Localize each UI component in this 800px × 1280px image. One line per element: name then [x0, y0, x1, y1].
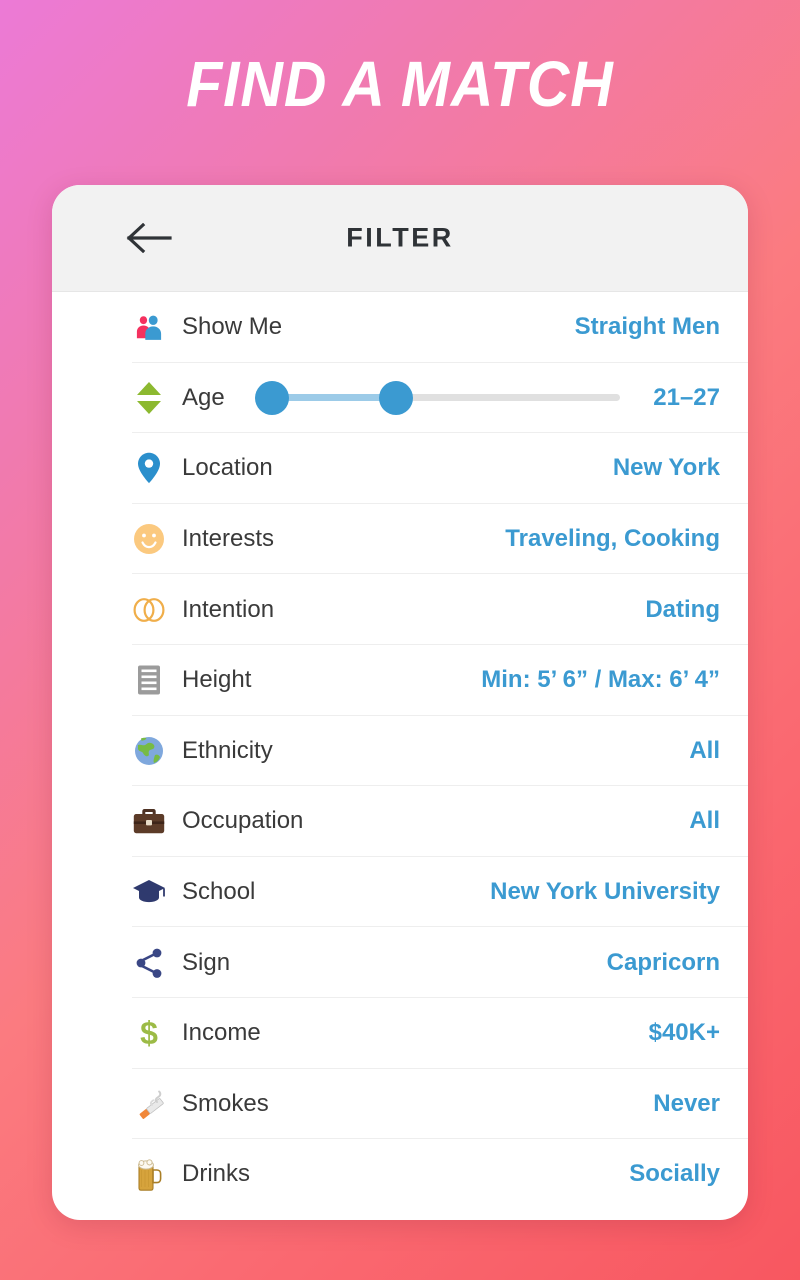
- filter-row-label: Age: [182, 383, 225, 411]
- filter-card: FILTER Show Me Straight Men Age 21–27 Lo…: [52, 185, 748, 1220]
- filter-row-school[interactable]: School New York University: [52, 857, 748, 928]
- filter-row-age[interactable]: Age 21–27: [52, 363, 748, 434]
- filter-row-label: Drinks: [182, 1160, 251, 1188]
- ruler-list-icon: [132, 663, 166, 697]
- up-down-arrows-icon: [132, 381, 166, 415]
- filter-row-drinks[interactable]: Drinks Socially: [52, 1139, 748, 1210]
- briefcase-icon: [132, 804, 166, 838]
- globe-icon: [132, 734, 166, 768]
- age-range-slider[interactable]: [254, 380, 620, 415]
- slider-selected-range: [271, 394, 396, 402]
- share-nodes-icon: [132, 946, 166, 980]
- filter-row-label: School: [182, 878, 256, 906]
- filter-row-label: Income: [182, 1019, 261, 1047]
- wedding-rings-icon: [132, 593, 166, 627]
- filter-row-location[interactable]: Location New York: [52, 433, 748, 504]
- filter-row-label: Location: [182, 454, 273, 482]
- filter-row-value: New York: [612, 454, 720, 482]
- filter-row-list: Show Me Straight Men Age 21–27 Location …: [52, 292, 748, 1210]
- card-header: FILTER: [52, 185, 748, 292]
- filter-row-label: Ethnicity: [182, 736, 273, 764]
- filter-row-value: Min: 5’ 6” / Max: 6’ 4”: [481, 666, 720, 694]
- dollar-sign-icon: $: [132, 1016, 166, 1050]
- page-title: FIND A MATCH: [186, 48, 614, 120]
- filter-row-value: 21–27: [653, 383, 720, 411]
- filter-row-show-me[interactable]: Show Me Straight Men: [52, 292, 748, 363]
- two-people-icon: [132, 310, 166, 344]
- filter-row-interests[interactable]: Interests Traveling, Cooking: [52, 504, 748, 575]
- filter-row-value: Straight Men: [574, 313, 720, 341]
- card-title: FILTER: [346, 222, 454, 253]
- filter-row-label: Show Me: [182, 313, 283, 341]
- filter-row-value: New York University: [490, 878, 720, 906]
- filter-row-value: $40K+: [648, 1019, 720, 1047]
- filter-row-sign[interactable]: Sign Capricorn: [52, 927, 748, 998]
- slider-thumb-min[interactable]: [254, 380, 289, 415]
- filter-row-intention[interactable]: Intention Dating: [52, 574, 748, 645]
- filter-row-height[interactable]: Height Min: 5’ 6” / Max: 6’ 4”: [52, 645, 748, 716]
- svg-text:$: $: [140, 1016, 158, 1050]
- slider-thumb-max[interactable]: [378, 380, 413, 415]
- filter-row-value: Socially: [629, 1160, 720, 1188]
- filter-row-label: Height: [182, 666, 252, 694]
- smiley-face-icon: [132, 522, 166, 556]
- filter-row-label: Occupation: [182, 807, 304, 835]
- filter-row-label: Smokes: [182, 1089, 269, 1117]
- filter-row-smokes[interactable]: Smokes Never: [52, 1069, 748, 1140]
- filter-row-label: Interests: [182, 525, 275, 553]
- filter-row-value: Never: [653, 1089, 720, 1117]
- map-pin-icon: [132, 451, 166, 485]
- filter-row-occupation[interactable]: Occupation All: [52, 786, 748, 857]
- filter-row-ethnicity[interactable]: Ethnicity All: [52, 716, 748, 787]
- cigarette-icon: [132, 1087, 166, 1121]
- filter-row-value: Traveling, Cooking: [505, 525, 720, 553]
- filter-row-income[interactable]: $ Income $40K+: [52, 998, 748, 1069]
- graduation-cap-icon: [132, 875, 166, 909]
- filter-row-value: Dating: [645, 595, 720, 623]
- filter-row-value: All: [689, 736, 720, 764]
- filter-row-value: All: [689, 807, 720, 835]
- filter-row-label: Sign: [182, 948, 231, 976]
- filter-row-value: Capricorn: [606, 948, 720, 976]
- filter-row-label: Intention: [182, 595, 275, 623]
- beer-mug-icon: [132, 1157, 166, 1192]
